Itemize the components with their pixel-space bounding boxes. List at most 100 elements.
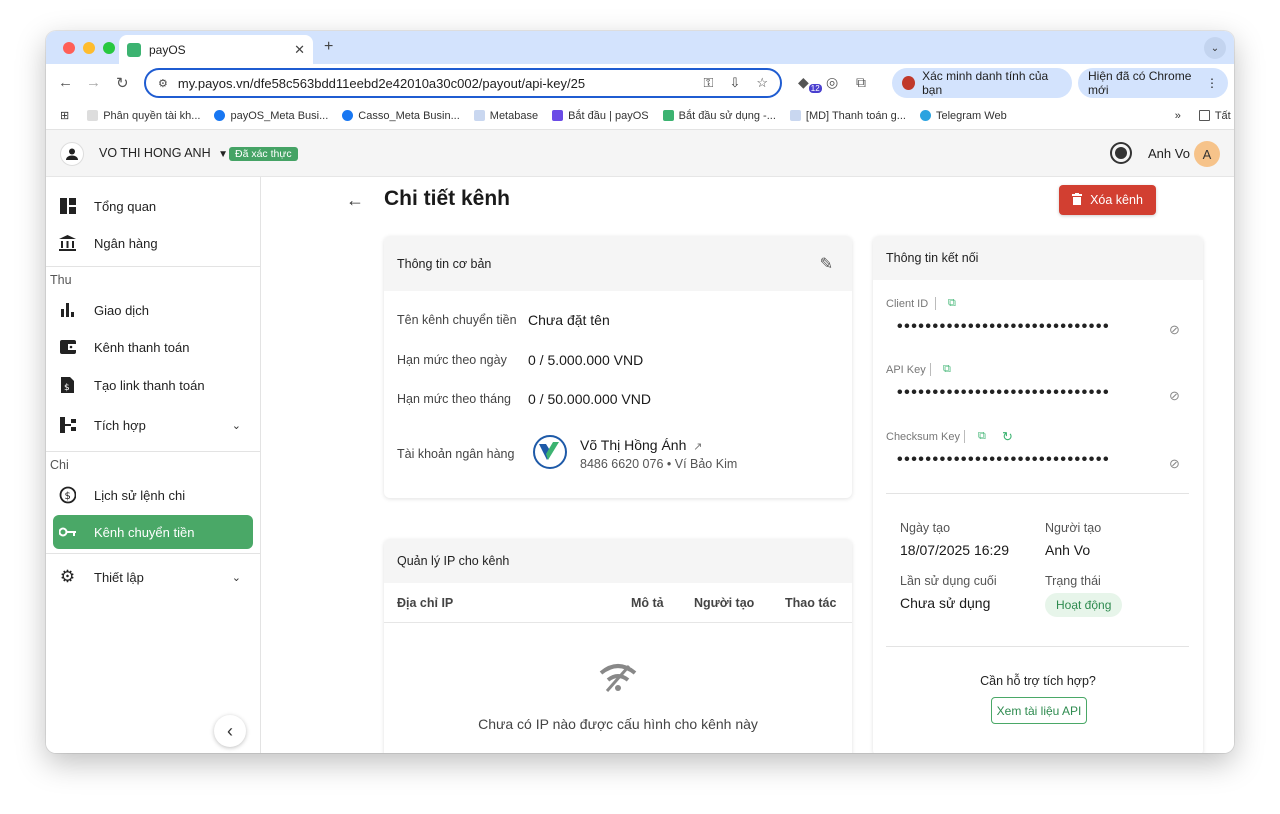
user-name[interactable]: Anh Vo	[1148, 146, 1190, 161]
sidebar-item-label: Kênh chuyển tiền	[94, 524, 195, 540]
chevron-down-icon: ▼	[218, 149, 228, 160]
kebab-menu-icon[interactable]: ⋮	[1206, 76, 1218, 90]
view-api-docs-button[interactable]: Xem tài liệu API	[991, 697, 1087, 724]
all-bookmarks-folder[interactable]: Tất cả dấu trang	[1198, 110, 1234, 122]
extensions-puzzle-icon[interactable]: ⧉	[856, 74, 866, 91]
password-key-icon[interactable]: ⚿	[704, 75, 714, 91]
channel-name-value: Chưa đặt tên	[528, 312, 610, 328]
account-holder-link[interactable]: Võ Thị Hồng Ánh ↗	[580, 437, 702, 453]
sidebar-item-label: Lịch sử lệnh chi	[94, 487, 186, 503]
install-app-icon[interactable]: ⇩	[729, 75, 740, 91]
new-tab-icon[interactable]: +	[324, 38, 333, 56]
bookmark-item[interactable]: Phân quyền tài kh...	[87, 110, 200, 122]
sidebar-item-label: Ngân hàng	[94, 235, 158, 251]
separator	[964, 430, 965, 443]
update-pill-label: Hiện đã có Chrome mới	[1088, 69, 1192, 97]
ip-management-card: Quản lý IP cho kênh Địa chỉ IP Mô tả Ngư…	[384, 539, 852, 753]
address-bar[interactable]: ⚙ my.payos.vn/dfe58c563bdd11eebd2e42010a…	[144, 68, 782, 98]
back-arrow-icon[interactable]: ←	[58, 74, 73, 91]
external-link-icon[interactable]: ↗	[693, 441, 702, 453]
status-label: Trạng thái	[1045, 574, 1101, 588]
extension-icon[interactable]: ◆ 12	[798, 74, 822, 93]
org-switcher[interactable]: VO THI HONG ANH ▼	[99, 146, 228, 160]
bookmark-item[interactable]: [MD] Thanh toán g...	[789, 110, 906, 122]
tab-title: payOS	[149, 42, 186, 57]
integration-tree-icon	[59, 417, 76, 434]
sidebar-item-create-link[interactable]: $ Tạo link thanh toán	[53, 368, 253, 402]
bank-logo-icon	[533, 435, 567, 469]
identity-verify-pill[interactable]: Xác minh danh tính của bạn	[892, 68, 1072, 98]
sidebar-item-payout-history[interactable]: $ Lịch sử lệnh chi	[53, 478, 253, 512]
svg-text:$: $	[64, 383, 70, 393]
edit-pencil-icon[interactable]: ✎	[820, 254, 833, 274]
close-window-button[interactable]	[63, 42, 75, 54]
card-title: Quản lý IP cho kênh	[397, 554, 510, 568]
sidebar-item-settings[interactable]: ⚙ Thiết lập ⌄	[53, 560, 253, 594]
eye-off-icon[interactable]: ⊘	[1169, 322, 1180, 338]
browser-tab[interactable]: payOS ✕	[119, 35, 313, 64]
api-key-masked: ••••••••••••••••••••••••••••••	[897, 384, 1111, 401]
dashboard-icon	[59, 198, 76, 215]
history-dollar-icon: $	[59, 486, 76, 504]
user-avatar[interactable]: A	[1194, 141, 1220, 167]
back-arrow-icon[interactable]: ←	[346, 190, 364, 211]
collapse-sidebar-button[interactable]: ‹	[214, 715, 246, 747]
sidebar-item-payment-channel[interactable]: Kênh thanh toán	[53, 330, 253, 364]
forward-arrow-icon[interactable]: →	[86, 74, 101, 91]
reload-icon[interactable]: ↻	[116, 74, 129, 92]
sidebar-item-bank[interactable]: Ngân hàng	[53, 226, 253, 260]
chevron-down-icon: ⌄	[231, 571, 241, 584]
org-name: VO THI HONG ANH	[99, 146, 211, 160]
sidebar-item-transfer-channel[interactable]: Kênh chuyển tiền	[53, 515, 253, 549]
col-action: Thao tác	[785, 596, 837, 610]
app-header: VO THI HONG ANH ▼ Đã xác thực Anh Vo A	[46, 130, 1234, 177]
cookie-icon[interactable]: ◎	[826, 74, 838, 91]
creator-value: Anh Vo	[1045, 542, 1091, 558]
bookmark-item[interactable]: Casso_Meta Busin...	[342, 110, 460, 122]
help-text: Cần hỗ trợ tích hợp?	[980, 674, 1096, 688]
bank-icon	[59, 235, 76, 252]
minimize-window-button[interactable]	[83, 42, 95, 54]
refresh-icon[interactable]: ↻	[1002, 429, 1013, 445]
sidebar-item-integration[interactable]: Tích hợp ⌄	[53, 408, 253, 442]
bookmark-item[interactable]: Metabase	[473, 110, 538, 122]
chrome-update-pill[interactable]: Hiện đã có Chrome mới ⋮	[1078, 68, 1228, 98]
last-used-label: Lần sử dụng cuối	[900, 574, 997, 588]
bookmark-item[interactable]: Telegram Web	[919, 110, 1007, 122]
sidebar-item-overview[interactable]: Tổng quan	[53, 189, 253, 223]
api-key-label: API Key	[886, 364, 926, 376]
section-label-in: Thu	[50, 273, 72, 287]
delete-channel-button[interactable]: Xóa kênh	[1059, 185, 1156, 215]
section-label-out: Chi	[50, 458, 69, 472]
copy-icon[interactable]: ⧉	[943, 363, 951, 376]
account-icon[interactable]	[60, 142, 84, 166]
apps-grid-icon[interactable]: ⊞	[60, 109, 69, 122]
key-icon	[59, 524, 76, 541]
extension-badge: 12	[808, 83, 822, 93]
bookmark-item[interactable]: payOS_Meta Busi...	[214, 110, 328, 122]
more-bookmarks-icon[interactable]: »	[1175, 110, 1181, 122]
maximize-window-button[interactable]	[103, 42, 115, 54]
connection-info-card: Thông tin kết nối Client ID ⧉ ••••••••••…	[873, 236, 1203, 753]
bookmark-star-icon[interactable]: ☆	[756, 75, 768, 91]
sidebar-item-transactions[interactable]: Giao dịch	[53, 293, 253, 327]
copy-icon[interactable]: ⧉	[948, 297, 956, 310]
basic-info-card: Thông tin cơ bản ✎ Tên kênh chuyển tiền …	[384, 236, 852, 498]
eye-off-icon[interactable]: ⊘	[1169, 388, 1180, 404]
bank-account-label: Tài khoản ngân hàng	[397, 447, 515, 461]
col-creator: Người tạo	[694, 596, 755, 610]
copy-icon[interactable]: ⧉	[978, 430, 986, 443]
close-tab-icon[interactable]: ✕	[294, 42, 305, 58]
sidebar-item-label: Thiết lập	[94, 569, 144, 585]
last-used-value: Chưa sử dụng	[900, 595, 991, 611]
tab-strip: payOS ✕ + ⌄	[46, 31, 1234, 64]
bookmark-item[interactable]: Bắt đầu sử dụng -...	[662, 110, 776, 122]
bookmark-item[interactable]: Bắt đầu | payOS	[552, 110, 649, 122]
card-divider	[886, 493, 1189, 494]
theme-toggle-icon[interactable]	[1112, 144, 1130, 162]
site-info-icon[interactable]: ⚙	[158, 77, 168, 90]
sidebar-item-label: Giao dịch	[94, 302, 149, 318]
url-text: my.payos.vn/dfe58c563bdd11eebd2e42010a30…	[177, 75, 586, 91]
eye-off-icon[interactable]: ⊘	[1169, 456, 1180, 472]
tab-search-icon[interactable]: ⌄	[1204, 37, 1226, 59]
